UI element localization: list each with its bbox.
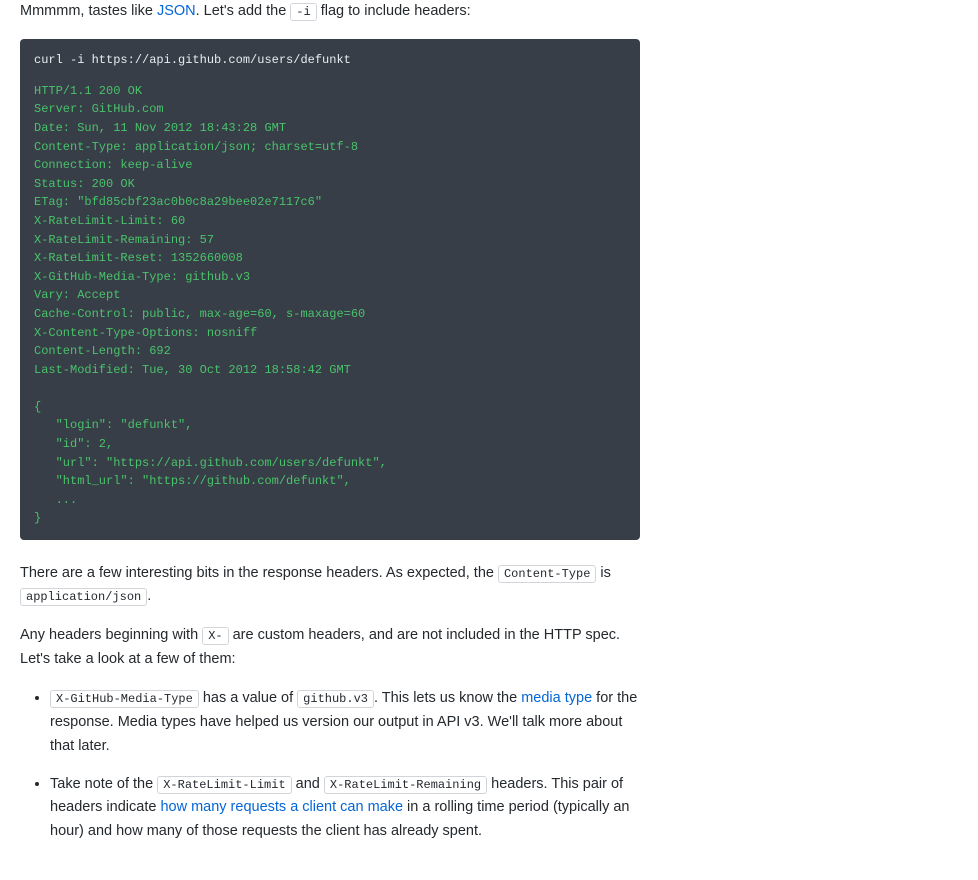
headers-list: X-GitHub-Media-Type has a value of githu… <box>20 687 640 845</box>
text: Any headers beginning with <box>20 627 202 643</box>
curl-command: curl -i https://api.github.com/users/def… <box>34 51 626 70</box>
text: There are a few interesting bits in the … <box>20 565 498 581</box>
text: has a value of <box>199 690 297 706</box>
response-headers-paragraph: There are a few interesting bits in the … <box>20 562 640 608</box>
text: flag to include headers: <box>317 3 471 19</box>
custom-headers-paragraph: Any headers beginning with X- are custom… <box>20 624 640 670</box>
github-v3-code: github.v3 <box>297 690 374 708</box>
text: is <box>596 565 611 581</box>
text: . This lets us know the <box>374 690 521 706</box>
application-json-code: application/json <box>20 588 147 606</box>
rate-limit-link[interactable]: how many requests a client can make <box>160 799 403 815</box>
text: and <box>292 776 324 792</box>
list-item: X-GitHub-Media-Type has a value of githu… <box>50 687 640 759</box>
content-container: Mmmmm, tastes like JSON. Let's add the -… <box>0 0 660 880</box>
text: Take note of the <box>50 776 157 792</box>
ratelimit-remaining-code: X-RateLimit-Remaining <box>324 776 487 794</box>
list-item: Take note of the X-RateLimit-Limit and X… <box>50 773 640 845</box>
content-type-code: Content-Type <box>498 565 596 583</box>
text: Mmmmm, tastes like <box>20 3 157 19</box>
code-block: curl -i https://api.github.com/users/def… <box>20 39 640 540</box>
json-link[interactable]: JSON <box>157 3 196 19</box>
text: . <box>147 588 151 604</box>
media-type-link[interactable]: media type <box>521 690 592 706</box>
flag-code: -i <box>290 3 316 21</box>
text: . Let's add the <box>196 3 291 19</box>
x-prefix-code: X- <box>202 627 228 645</box>
ratelimit-limit-code: X-RateLimit-Limit <box>157 776 291 794</box>
intro-paragraph: Mmmmm, tastes like JSON. Let's add the -… <box>20 0 640 23</box>
curl-output: HTTP/1.1 200 OK Server: GitHub.com Date:… <box>34 82 626 528</box>
github-media-type-code: X-GitHub-Media-Type <box>50 690 199 708</box>
